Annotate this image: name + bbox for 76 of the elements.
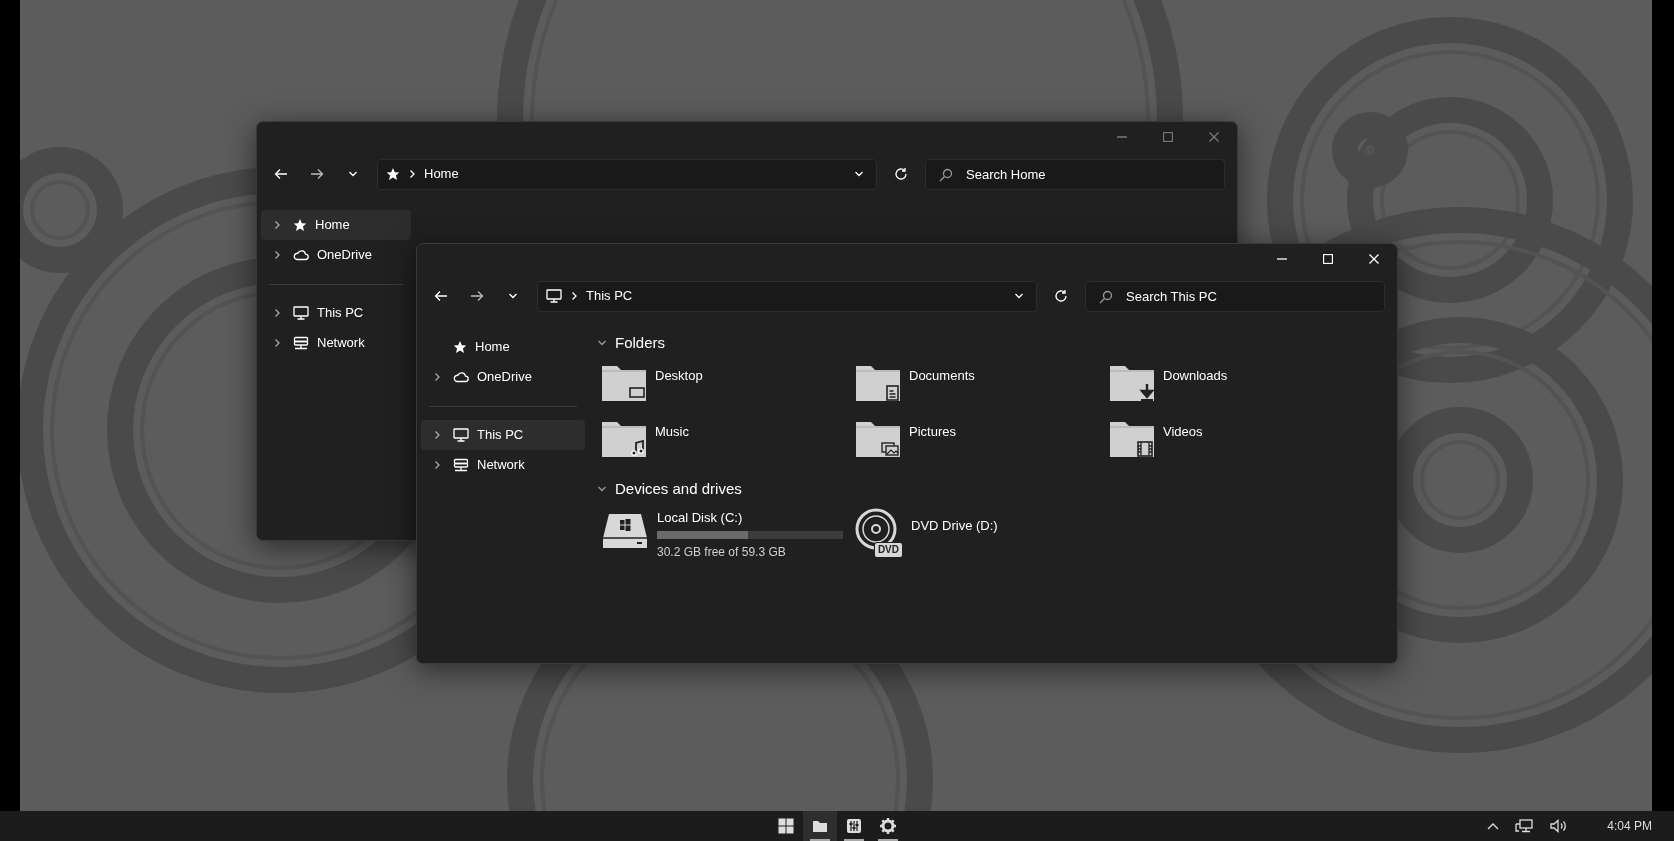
network-icon [453,458,469,472]
forward-arrow-icon [310,168,324,180]
folder-item[interactable]: Pictures [855,418,1109,468]
back-arrow-icon [434,290,448,302]
sidebar-item[interactable]: This PC [261,298,411,328]
breadcrumb[interactable]: Home [424,164,459,184]
drive-item[interactable]: Local Disk (C:) 30.2 GB free of 59.3 GB [601,508,855,558]
sidebar-item[interactable]: Home [421,332,585,362]
search-field[interactable]: Search This PC [1085,280,1385,312]
chevron-right-icon [433,430,441,440]
monitor-icon [293,306,309,320]
dvd-badge: DVD [873,542,903,558]
maximize-icon [1323,254,1333,264]
chevron-right-icon [273,250,281,260]
section-header[interactable]: Devices and drives [597,474,1397,504]
breadcrumb[interactable]: This PC [586,286,633,306]
network-icon [1515,819,1534,833]
start-icon [778,818,794,834]
drive-item[interactable]: DVD DVD Drive (D:) [855,508,1109,558]
search-icon [1099,289,1113,304]
cloud-icon [293,249,309,261]
settings-icon [880,818,896,834]
chevron-down-icon [597,485,607,493]
chevron-down-icon [597,339,607,347]
folder-item[interactable]: Downloads [1109,362,1363,412]
network-icon [293,336,309,350]
refresh-icon [894,167,908,181]
folder-item[interactable]: Music [601,418,855,468]
address-bar[interactable]: This PC [537,280,1037,312]
monitor-icon [453,428,469,442]
close-icon [1369,254,1379,264]
chevron-right-icon [408,169,416,179]
sidebar-item[interactable]: OneDrive [261,240,411,270]
clock[interactable]: 4:04 PM [1607,817,1652,835]
dropdown-chevron-icon [1014,292,1024,300]
star-icon [453,340,467,354]
refresh-icon [1054,289,1068,303]
chevron-right-icon [273,220,281,230]
cloud-icon [453,371,469,383]
section-header[interactable]: Folders [597,328,1397,358]
dropdown-chevron-icon [854,170,864,178]
back-arrow-icon [274,168,288,180]
monitor-icon [546,289,562,303]
sidebar-item[interactable]: OneDrive [421,362,585,392]
mixer-icon [846,818,862,834]
folder-icon [812,819,828,833]
taskbar-app[interactable] [803,811,837,841]
running-indicator [810,839,830,841]
running-indicator [878,839,898,841]
sidebar-item[interactable]: This PC [421,420,585,450]
maximize-icon [1163,132,1173,142]
address-bar[interactable]: Home [377,158,877,190]
chevron-right-icon [570,291,578,301]
disc-icon [855,508,899,552]
folder-item[interactable]: Desktop [601,362,855,412]
star-icon [293,218,307,232]
chevron-down-icon [508,292,518,300]
chevron-right-icon [273,308,281,318]
drive-name: Local Disk (C:) [657,509,744,527]
search-field[interactable]: Search Home [925,158,1225,190]
folder-item[interactable]: Videos [1109,418,1363,468]
drive-space-text: 30.2 GB free of 59.3 GB [657,543,787,561]
sidebar-item[interactable]: Home [261,210,411,240]
running-indicator [844,839,864,841]
star-icon [386,167,400,181]
chevron-right-icon [273,338,281,348]
chevron-right-icon [433,460,441,470]
sidebar-item[interactable]: Network [421,450,585,480]
sidebar-item[interactable]: Network [261,328,411,358]
close-icon [1209,132,1219,142]
chevron-right-icon [433,372,441,382]
search-icon [939,167,953,182]
folder-item[interactable]: Documents [855,362,1109,412]
forward-arrow-icon [470,290,484,302]
chevron-down-icon [348,170,358,178]
chevron-up-icon [1487,822,1500,830]
